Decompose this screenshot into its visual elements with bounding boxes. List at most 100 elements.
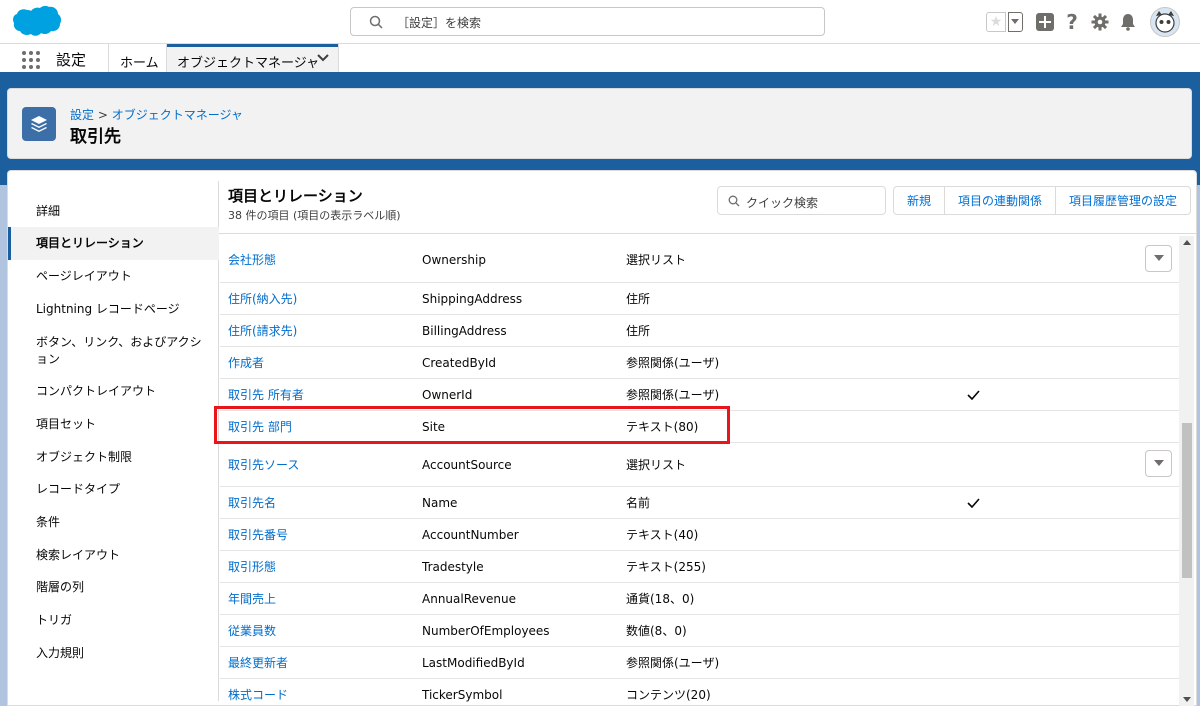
field-label-link[interactable]: 従業員数: [228, 615, 276, 646]
scroll-thumb[interactable]: [1182, 423, 1192, 578]
favorites-dropdown-icon[interactable]: [1007, 6, 1023, 38]
panel-button-group: 新規 項目の連動関係 項目履歴管理の設定: [893, 186, 1192, 215]
field-label-link[interactable]: 年間売上: [228, 583, 276, 614]
table-row: 住所(請求先) BillingAddress 住所: [220, 315, 1182, 347]
header-utility-icons: ★ ?: [986, 6, 1192, 38]
field-label-link[interactable]: 住所(請求先): [228, 315, 297, 346]
object-sidebar: 詳細 項目とリレーション ページレイアウト Lightning レコードページ …: [8, 181, 219, 701]
row-action-dropdown-button[interactable]: [1145, 245, 1172, 272]
scroll-up-arrow-icon[interactable]: [1183, 240, 1191, 245]
highlight-box: [214, 406, 730, 444]
sidebar-item-triggers[interactable]: トリガ: [8, 612, 219, 629]
global-search-input[interactable]: ［設定］を検索: [350, 7, 825, 36]
table-row: 取引形態 Tradestyle テキスト(255): [220, 551, 1182, 583]
indexed-checkmark-icon: [967, 487, 981, 518]
field-api-name: AccountNumber: [422, 527, 519, 542]
field-data-type: 参照関係(ユーザ): [626, 656, 720, 670]
sidebar-item-search-layouts[interactable]: 検索レイアウト: [8, 547, 219, 564]
field-data-type: 選択リスト: [626, 458, 687, 472]
notifications-bell-icon[interactable]: [1117, 6, 1139, 38]
breadcrumb: 設定 > オブジェクトマネージャ: [70, 106, 243, 123]
field-label-link[interactable]: 最終更新者: [228, 647, 288, 678]
field-api-name: AnnualRevenue: [422, 591, 516, 606]
quick-search-input[interactable]: クイック検索: [717, 186, 886, 215]
app-name: 設定: [56, 51, 87, 69]
breadcrumb-object-manager-link[interactable]: オブジェクトマネージャ: [112, 108, 243, 122]
field-api-name: CreatedById: [422, 355, 496, 370]
field-label-link[interactable]: 作成者: [228, 347, 264, 378]
nav-tab-home[interactable]: ホーム: [120, 52, 159, 71]
sidebar-item-conditions[interactable]: 条件: [8, 514, 219, 531]
quick-search-placeholder: クイック検索: [746, 196, 819, 210]
field-api-name: Tradestyle: [422, 559, 484, 574]
field-data-type: 選択リスト: [626, 253, 687, 267]
table-row: 作成者 CreatedById 参照関係(ユーザ): [220, 347, 1182, 379]
field-label-link[interactable]: 取引先番号: [228, 519, 288, 550]
page-title: 取引先: [70, 127, 121, 147]
chevron-down-icon[interactable]: [317, 53, 329, 63]
field-api-name: Ownership: [422, 252, 486, 267]
field-api-name: BillingAddress: [422, 323, 507, 338]
app-launcher-waffle-icon[interactable]: [22, 51, 40, 69]
set-history-tracking-button[interactable]: 項目履歴管理の設定: [1056, 187, 1190, 214]
field-label-link[interactable]: 住所(納入先): [228, 283, 297, 314]
sidebar-item-details[interactable]: 詳細: [8, 203, 219, 220]
setup-gear-icon[interactable]: [1089, 6, 1111, 38]
search-icon: [369, 15, 383, 29]
field-api-name: Name: [422, 495, 458, 510]
sidebar-item-field-sets[interactable]: 項目セット: [8, 416, 219, 433]
field-data-type: 参照関係(ユーザ): [626, 356, 720, 370]
sidebar-item-validation-rules[interactable]: 入力規則: [8, 645, 219, 662]
field-label-link[interactable]: 取引形態: [228, 551, 276, 582]
sidebar-item-lightning-record-pages[interactable]: Lightning レコードページ: [8, 301, 219, 318]
table-row: 取引先名 Name 名前: [220, 487, 1182, 519]
field-data-type: 数値(8、0): [626, 624, 687, 638]
table-row: 取引先番号 AccountNumber テキスト(40): [220, 519, 1182, 551]
user-avatar[interactable]: [1149, 6, 1181, 38]
sidebar-item-record-types[interactable]: レコードタイプ: [8, 481, 219, 498]
field-data-type: 通貨(18、0): [626, 592, 695, 606]
field-label-link[interactable]: 株式コード: [228, 679, 288, 706]
nav-divider: [108, 44, 109, 72]
field-data-type: テキスト(40): [626, 528, 699, 542]
sidebar-item-page-layouts[interactable]: ページレイアウト: [8, 268, 219, 285]
sidebar-item-label-line1: ボタン、リンク、およびアクシ: [36, 335, 202, 349]
nav-tab-object-manager-label: オブジェクトマネージャ: [177, 56, 320, 71]
scroll-down-arrow-icon[interactable]: [1183, 697, 1191, 702]
sidebar-item-hierarchy-columns[interactable]: 階層の列: [8, 579, 219, 596]
table-row: 従業員数 NumberOfEmployees 数値(8、0): [220, 615, 1182, 647]
indexed-checkmark-icon: [967, 379, 981, 410]
fields-table: 会社形態 Ownership 選択リスト 住所(納入先) ShippingAddress…: [220, 237, 1182, 706]
object-layers-icon: [22, 107, 56, 141]
panel-subtitle: 38 件の項目 (項目の表示ラベル順): [228, 209, 401, 222]
sidebar-item-compact-layouts[interactable]: コンパクトレイアウト: [8, 383, 219, 400]
table-row: 最終更新者 LastModifiedById 参照関係(ユーザ): [220, 647, 1182, 679]
nav-tab-object-manager[interactable]: オブジェクトマネージャ: [166, 44, 339, 72]
favorites-star-icon[interactable]: ★: [985, 6, 1007, 38]
field-api-name: TickerSymbol: [422, 687, 503, 702]
field-label-link[interactable]: 取引先ソース: [228, 443, 299, 486]
sidebar-item-object-limits[interactable]: オブジェクト制限: [8, 449, 219, 466]
sidebar-item-buttons-links-actions[interactable]: ボタン、リンク、およびアクシ ョン: [8, 334, 219, 368]
field-api-name: NumberOfEmployees: [422, 623, 550, 638]
global-actions-plus-icon[interactable]: [1034, 6, 1056, 38]
salesforce-logo[interactable]: [10, 5, 62, 39]
field-dependencies-button[interactable]: 項目の連動関係: [945, 187, 1057, 214]
field-data-type: 住所: [626, 324, 651, 338]
field-label-link[interactable]: 会社形態: [228, 237, 276, 282]
object-page-header: 設定 > オブジェクトマネージャ 取引先: [7, 88, 1192, 159]
table-scrollbar[interactable]: [1179, 236, 1194, 706]
field-label-link[interactable]: 取引先名: [228, 487, 276, 518]
field-data-type: テキスト(255): [626, 560, 706, 574]
field-api-name: LastModifiedById: [422, 655, 525, 670]
table-row: 会社形態 Ownership 選択リスト: [220, 237, 1182, 283]
new-field-button[interactable]: 新規: [894, 187, 946, 214]
table-row: 取引先ソース AccountSource 選択リスト: [220, 443, 1182, 487]
panel-divider: [219, 233, 1197, 234]
field-api-name: AccountSource: [422, 457, 512, 472]
row-action-dropdown-button[interactable]: [1145, 450, 1172, 477]
help-icon[interactable]: ?: [1062, 6, 1082, 38]
breadcrumb-setup-link[interactable]: 設定: [70, 108, 94, 122]
sidebar-item-fields-relationships[interactable]: 項目とリレーション: [8, 227, 219, 260]
global-search-placeholder: ［設定］を検索: [397, 16, 482, 30]
